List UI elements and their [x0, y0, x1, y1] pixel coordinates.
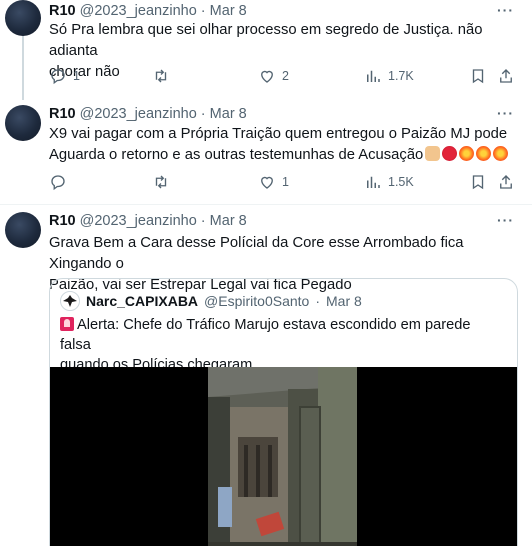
- logo-icon: [63, 295, 77, 307]
- views-icon: [367, 70, 380, 82]
- thread-line: [22, 36, 24, 100]
- bookmark-button[interactable]: [469, 66, 487, 86]
- separator: ·: [315, 293, 320, 309]
- separator: ·: [200, 3, 206, 19]
- retweet-button[interactable]: [152, 66, 176, 86]
- quoted-author-handle[interactable]: @Espirito0Santo: [204, 293, 309, 309]
- author-name[interactable]: R10: [49, 213, 76, 229]
- avatar[interactable]: [5, 105, 41, 141]
- share-button[interactable]: [497, 172, 515, 192]
- retweet-icon: [155, 175, 167, 189]
- retweet-button[interactable]: [152, 172, 176, 192]
- tweet-actions: 1 2 1.7K: [49, 66, 512, 86]
- author-name[interactable]: R10: [49, 106, 76, 122]
- like-count: 2: [282, 69, 289, 83]
- like-button[interactable]: 1: [258, 172, 289, 192]
- author-name[interactable]: R10: [49, 3, 76, 19]
- tweet-header: R10 @2023_jeanzinho · Mar 8: [49, 213, 247, 229]
- video-frame: [208, 367, 357, 546]
- more-options-button[interactable]: ···: [497, 105, 514, 121]
- quoted-tweet-header: Narc_CAPIXABA @Espirito0Santo · Mar 8: [60, 291, 362, 311]
- share-icon: [500, 69, 512, 83]
- reply-count: 1: [73, 69, 80, 83]
- like-button[interactable]: 2: [258, 66, 289, 86]
- avatar[interactable]: [5, 0, 41, 36]
- tweet-date[interactable]: Mar 8: [210, 106, 247, 122]
- explosion-emoji: [459, 146, 475, 161]
- share-icon: [500, 175, 512, 189]
- hand-emoji: [425, 146, 441, 161]
- tweet-text-line: Aguarda o retorno e as outras testemunha…: [49, 145, 519, 166]
- quoted-tweet[interactable]: Narc_CAPIXABA @Espirito0Santo · Mar 8 Al…: [49, 278, 518, 546]
- tweet-header: R10 @2023_jeanzinho · Mar 8: [49, 3, 247, 19]
- reply-button[interactable]: [49, 172, 73, 192]
- like-icon: [261, 176, 273, 189]
- reply-button[interactable]: 1: [49, 66, 80, 86]
- like-icon: [261, 70, 273, 83]
- quoted-text-line: Alerta: Chefe do Tráfico Marujo estava e…: [60, 317, 471, 353]
- author-handle[interactable]: @2023_jeanzinho: [80, 106, 197, 122]
- explosion-emoji: [476, 146, 492, 161]
- author-handle[interactable]: @2023_jeanzinho: [80, 3, 197, 19]
- video-thumbnail-image: [208, 367, 357, 546]
- retweet-icon: [155, 69, 167, 83]
- quoted-author-name[interactable]: Narc_CAPIXABA: [86, 293, 198, 309]
- tweet-text-line: Só Pra lembra que sei olhar processo em …: [49, 22, 483, 59]
- tweet-header: R10 @2023_jeanzinho · Mar 8: [49, 106, 247, 122]
- quoted-tweet-date[interactable]: Mar 8: [326, 293, 362, 309]
- more-options-button[interactable]: ···: [497, 2, 514, 18]
- quoted-tweet-text: Alerta: Chefe do Tráfico Marujo estava e…: [60, 315, 500, 375]
- video-player[interactable]: [50, 367, 517, 546]
- like-count: 1: [282, 175, 289, 189]
- tweet-1[interactable]: R10 @2023_jeanzinho · Mar 8 ··· Só Pra l…: [0, 0, 532, 100]
- views-button[interactable]: 1.7K: [364, 66, 414, 86]
- separator: ·: [200, 106, 206, 122]
- separator: ·: [200, 213, 206, 229]
- views-count: 1.5K: [388, 175, 414, 189]
- avatar[interactable]: [5, 212, 41, 248]
- bookmark-button[interactable]: [469, 172, 487, 192]
- tweet-2[interactable]: R10 @2023_jeanzinho · Mar 8 ··· X9 vai p…: [0, 100, 532, 206]
- tweet-date[interactable]: Mar 8: [210, 213, 247, 229]
- views-icon: [367, 176, 380, 188]
- views-count: 1.7K: [388, 69, 414, 83]
- views-button[interactable]: 1.5K: [364, 172, 414, 192]
- bookmark-icon: [472, 69, 484, 84]
- tweet-text-line: X9 vai pagar com a Própria Traição quem …: [49, 126, 508, 142]
- reply-icon: [51, 69, 65, 85]
- explosion-emoji: [493, 146, 509, 161]
- tweet-date[interactable]: Mar 8: [210, 3, 247, 19]
- author-handle[interactable]: @2023_jeanzinho: [80, 213, 197, 229]
- quoted-avatar[interactable]: [60, 291, 80, 311]
- tweet-text: X9 vai pagar com a Própria Traição quem …: [49, 124, 519, 166]
- share-button[interactable]: [497, 66, 515, 86]
- reply-icon: [51, 175, 65, 191]
- tweet-text-line: Grava Bem a Cara desse Polícial da Core …: [49, 235, 464, 272]
- angry-emoji: [442, 146, 458, 161]
- siren-emoji: [60, 317, 74, 331]
- bookmark-icon: [472, 175, 484, 190]
- tweet-actions: 1 1.5K: [49, 172, 512, 192]
- more-options-button[interactable]: ···: [497, 212, 514, 228]
